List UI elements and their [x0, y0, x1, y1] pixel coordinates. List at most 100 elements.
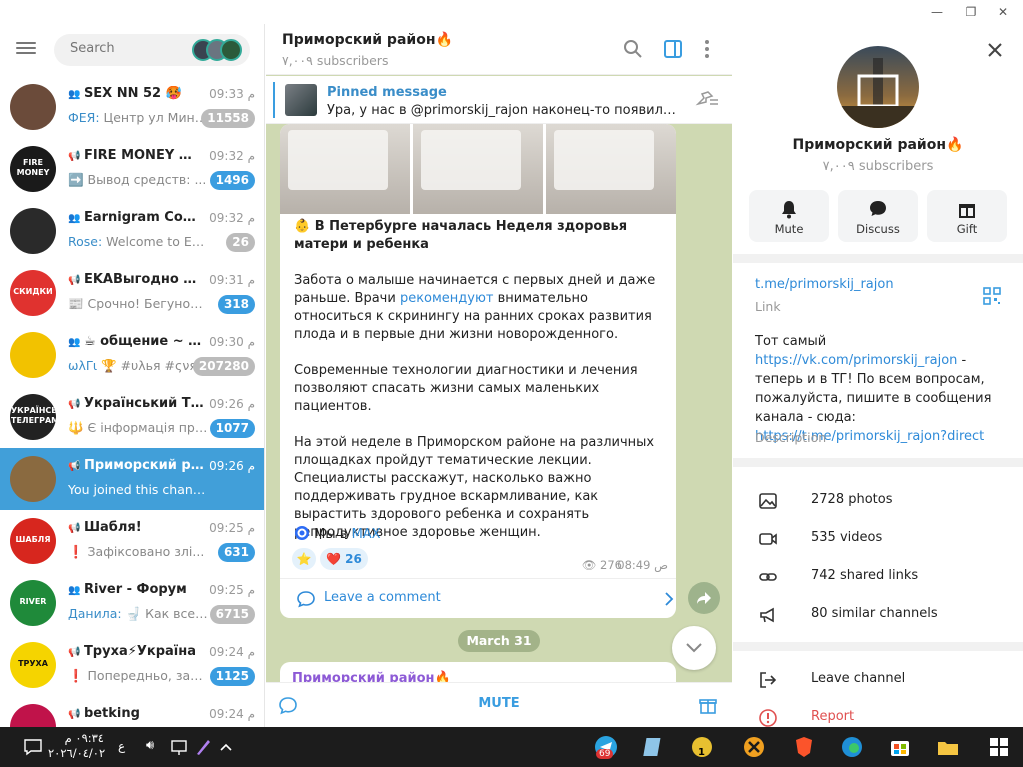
menu-icon[interactable]: [16, 40, 36, 56]
chat-name-text: Earnigram Com...: [83, 210, 204, 225]
group-icon: 👥: [68, 585, 84, 596]
search-input[interactable]: [70, 41, 180, 56]
report-button[interactable]: Report: [733, 699, 1023, 727]
network-icon[interactable]: [170, 735, 188, 759]
channel-avatar[interactable]: [837, 46, 919, 128]
search-box[interactable]: [54, 34, 250, 66]
leave-channel-button[interactable]: Leave channel: [733, 661, 1023, 699]
chat-row[interactable]: 📢 betking 09:24 م: [0, 696, 264, 727]
qr-code-icon[interactable]: [983, 287, 1001, 305]
message-photo[interactable]: [413, 124, 543, 214]
message-photo[interactable]: [280, 124, 410, 214]
close-window-button[interactable]: ✕: [986, 2, 1020, 22]
clock-time: ٠٩:٣٤ م: [64, 731, 104, 745]
leave-icon: [760, 672, 777, 688]
chat-row[interactable]: 👥 SEX NN 52 🥵 09:33 م ФЕЯ: Центр ул Мини..…: [0, 76, 264, 138]
chat-row[interactable]: 👥 ☕ общение ~ D... 09:30 م ωλΓι 🏆 #υλья #ς…: [0, 324, 264, 386]
notepad-icon[interactable]: [642, 735, 666, 759]
brave-browser-icon[interactable]: [792, 735, 816, 759]
gift-button[interactable]: Gift: [927, 190, 1007, 242]
chat-avatar: СКИДКИ: [10, 270, 56, 316]
message-bubble[interactable]: 👶 В Петербурге началась Неделя здоровья …: [280, 124, 676, 618]
story-avatar[interactable]: [220, 39, 242, 61]
message-photo[interactable]: [546, 124, 676, 214]
chat-name-text: River - Форум: [83, 582, 187, 597]
chat-row[interactable]: СКИДКИ 📢 EKAВыгодно Ск... 09:31 م 📰 Срочно!…: [0, 262, 264, 324]
mute-button[interactable]: Mute: [749, 190, 829, 242]
volume-icon[interactable]: 🔊︎: [146, 738, 154, 753]
preview-text: 🔱 Є інформація про ...: [68, 420, 208, 435]
chat-name: 📢 FIRE MONEY фи...: [68, 148, 204, 163]
store-icon[interactable]: [888, 735, 912, 759]
gift-icon[interactable]: [698, 695, 718, 715]
link-icon: [759, 573, 777, 581]
chat-row[interactable]: ШАБЛЯ 📢 Шабля! 09:25 م ❗ Зафіксовано злі...…: [0, 510, 264, 572]
max-link[interactable]: MAX: [352, 527, 381, 542]
chat-row[interactable]: 📢 Приморский ра... 09:26 م You joined this…: [0, 448, 264, 510]
channel-link[interactable]: t.me/primorskij_rajon: [755, 277, 894, 292]
divider: [733, 458, 1023, 467]
clock[interactable]: ٠٩:٣٤ م ٢٠٢٦/٠٤/٠٢: [48, 731, 106, 761]
star-reaction[interactable]: ⭐: [292, 548, 316, 570]
action-label: Mute: [774, 222, 804, 236]
chat-header[interactable]: Приморский район🔥 ٧,٠٠٩ subscribers: [266, 24, 732, 75]
clock-date: ٢٠٢٦/٠٤/٠٢: [48, 746, 106, 760]
reaction-count: 26: [345, 552, 362, 566]
share-button[interactable]: [688, 582, 720, 614]
action-label: Gift: [956, 222, 978, 236]
file-explorer-icon[interactable]: [936, 735, 960, 759]
message-title: 👶 В Петербурге началась Неделя здоровья …: [294, 219, 628, 252]
scroll-down-button[interactable]: [672, 626, 716, 670]
language-indicator[interactable]: ع: [118, 739, 125, 753]
sidebar-toggle-icon[interactable]: [662, 38, 684, 60]
minimize-button[interactable]: —: [920, 2, 954, 22]
channel-title[interactable]: Приморский район🔥: [282, 32, 453, 48]
action-label: Discuss: [856, 222, 900, 236]
chat-row[interactable]: FIRE MONEY 📢 FIRE MONEY фи... 09:32 م ➡️ Вы…: [0, 138, 264, 200]
chat-avatar: УКРАЇНСЬКИЙ ТЕЛЕГРАМ: [10, 394, 56, 440]
mute-channel-button[interactable]: MUTE: [449, 696, 549, 711]
chevron-right-icon: [665, 592, 674, 606]
chat-time: 09:32 م: [209, 149, 255, 163]
notification-icon[interactable]: [22, 735, 44, 759]
chat-row[interactable]: 👥 Earnigram Com... 09:32 م Rose: Welcome t…: [0, 200, 264, 262]
chat-name: 📢 Труха⚡Україна: [68, 644, 204, 659]
edge-browser-icon[interactable]: [840, 735, 864, 759]
videos-item[interactable]: 535 videos: [733, 520, 1023, 558]
pinned-list-icon[interactable]: [694, 90, 720, 110]
links-item[interactable]: 742 shared links: [733, 558, 1023, 596]
discussion-icon[interactable]: [278, 696, 298, 716]
app-taskbar-item[interactable]: 1: [690, 735, 714, 759]
photos-item[interactable]: 2728 photos: [733, 482, 1023, 520]
info-title: Приморский район🔥: [792, 137, 964, 153]
preview-text: 📰 Срочно! Бегунок в ...: [68, 296, 208, 311]
similar-channels-item[interactable]: 80 similar channels: [733, 596, 1023, 634]
channel-info-panel: Приморский район🔥 ٧,٠٠٩ subscribers Mute…: [733, 24, 1023, 727]
preview-text: 🏆 #υλья #ςνя:: [97, 358, 202, 373]
chat-row[interactable]: RIVER 👥 River - Форум 09:25 م Данила: 🚽 Как…: [0, 572, 264, 634]
chat-row[interactable]: УКРАЇНСЬКИЙ ТЕЛЕГРАМ 📢 Український Тел...…: [0, 386, 264, 448]
search-icon[interactable]: [622, 38, 644, 60]
chat-avatar: [10, 84, 56, 130]
chevron-up-icon[interactable]: [218, 735, 234, 759]
recommend-link[interactable]: рекомендуют: [400, 291, 494, 306]
windows-start-icon[interactable]: [988, 735, 1010, 759]
pinned-message-bar[interactable]: Pinned message Ура, у нас в @primorskij_…: [266, 76, 732, 124]
unread-badge: 1496: [209, 171, 255, 190]
avatar-label: FIRE MONEY: [16, 158, 50, 177]
preview-text: ❗ Попередньо, зафі...: [68, 668, 208, 683]
chat-preview: You joined this channel: [68, 482, 208, 497]
pen-icon[interactable]: [194, 735, 212, 759]
telegram-taskbar-app[interactable]: 69: [594, 735, 618, 759]
maximize-button[interactable]: ❐: [954, 2, 988, 22]
more-options-icon[interactable]: [696, 38, 718, 60]
discuss-button[interactable]: Discuss: [838, 190, 918, 242]
close-icon[interactable]: [983, 38, 1007, 62]
videos-count: 535 videos: [811, 530, 883, 545]
vk-link[interactable]: https://vk.com/primorskij_rajon: [755, 353, 957, 368]
gift-icon: [959, 204, 975, 218]
heart-reaction[interactable]: ❤️ 26: [320, 548, 368, 570]
leave-comment-button[interactable]: Leave a comment: [280, 578, 676, 618]
chat-row[interactable]: ТРУХА 📢 Труха⚡Україна 09:24 م ❗ Попередньо,…: [0, 634, 264, 696]
exchange-icon[interactable]: [742, 735, 766, 759]
